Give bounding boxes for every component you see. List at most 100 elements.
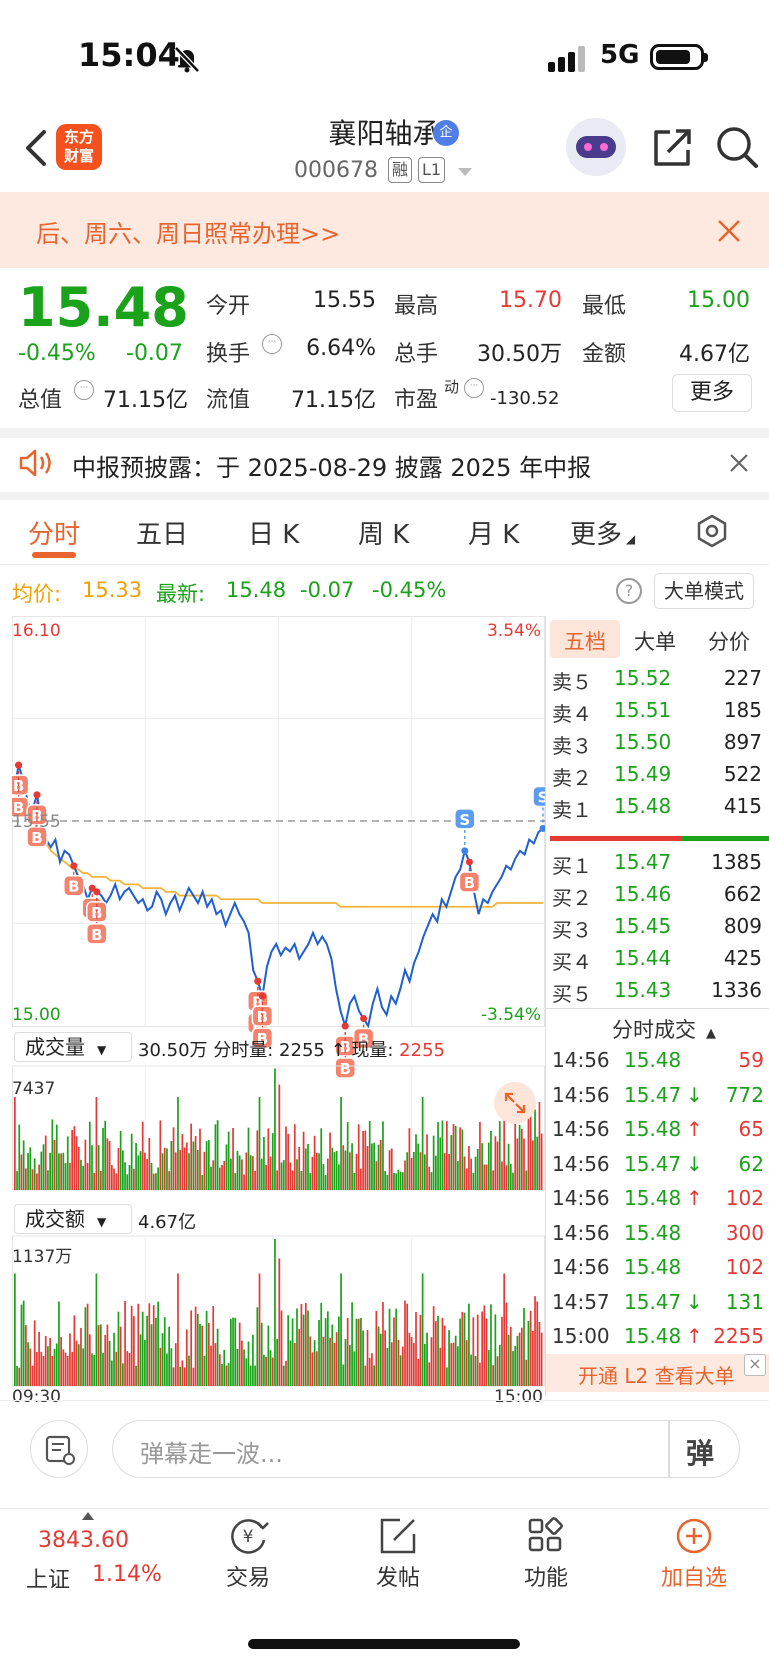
volume-bar <box>168 1171 170 1190</box>
close-icon[interactable] <box>728 452 750 474</box>
amount-bar <box>382 1302 384 1386</box>
change-pct: -0.45% <box>18 341 96 366</box>
promo-banner-text[interactable]: 后、周六、周日照常办理>> <box>36 214 340 249</box>
volume-bar <box>122 1150 124 1190</box>
amount-bar <box>340 1273 342 1386</box>
nav-add-watchlist[interactable]: 加自选 <box>644 1516 744 1592</box>
amount-bar <box>146 1315 148 1386</box>
amount-bar <box>18 1367 21 1386</box>
index-value[interactable]: 3843.60 <box>38 1528 129 1553</box>
level-volume: 662 <box>723 882 762 906</box>
more-button[interactable]: 更多 <box>672 374 752 412</box>
barrage-toggle-button[interactable]: 弹 <box>686 1432 714 1472</box>
amount-bar <box>172 1367 175 1386</box>
info-dots-icon[interactable]: ··· <box>262 334 282 354</box>
amount-bar <box>130 1305 133 1386</box>
level-label: 买２ <box>552 886 592 910</box>
margin-tag: 融 <box>388 157 413 183</box>
close-icon[interactable]: × <box>744 1354 766 1376</box>
amount-bar <box>366 1330 369 1386</box>
volume-bar <box>454 1125 457 1190</box>
amount-bar <box>355 1318 358 1386</box>
volume-bar <box>538 1101 541 1190</box>
amount-bar <box>196 1314 199 1386</box>
amount-bar <box>507 1334 510 1386</box>
amount-bar <box>104 1335 107 1386</box>
tab-five-levels[interactable]: 五档 <box>564 626 606 656</box>
tick-price: 15.47 <box>624 1289 682 1314</box>
tick-time: 14:56 <box>552 1255 610 1279</box>
amount-selector[interactable]: 成交额 ▼ <box>14 1204 132 1234</box>
divider <box>668 1420 670 1478</box>
volume-selector[interactable]: 成交量 ▼ <box>14 1032 132 1062</box>
barrage-placeholder[interactable]: 弹幕走一波... <box>140 1434 283 1469</box>
volume-bar <box>155 1173 157 1190</box>
nav-trade[interactable]: ¥ 交易 <box>198 1516 298 1592</box>
tab-more[interactable]: 更多 ◢ <box>570 514 635 551</box>
pct-top-label: 3.54% <box>487 621 541 641</box>
search-icon[interactable] <box>714 124 760 170</box>
intraday-chart[interactable]: BBBBBBBBBBBBBBBBSS16.103.54%15.00-3.54%1… <box>12 616 545 1406</box>
close-icon[interactable] <box>716 218 742 244</box>
amount-bar <box>199 1323 201 1386</box>
info-dots-icon[interactable]: ··· <box>464 378 484 398</box>
ai-assistant-icon[interactable] <box>566 118 626 176</box>
amount-bar <box>238 1322 241 1386</box>
amount-bar <box>221 1364 223 1386</box>
nav-functions[interactable]: 功能 <box>496 1516 596 1592</box>
tab-five-day[interactable]: 五日 <box>136 514 188 551</box>
amount-bar <box>331 1324 334 1386</box>
l2-promo-text[interactable]: 开通 L2 查看大单 <box>578 1360 735 1389</box>
volume-bar <box>353 1172 356 1190</box>
index-pct[interactable]: 1.14% <box>92 1562 162 1587</box>
chevron-down-icon[interactable] <box>458 168 472 176</box>
volume-bar <box>210 1166 212 1190</box>
volume-bar <box>340 1097 342 1190</box>
tick-volume: 131 <box>725 1289 764 1314</box>
amount-bar <box>538 1321 541 1386</box>
amount-bar <box>210 1345 212 1386</box>
amount-bar <box>496 1356 499 1386</box>
amount-bar <box>230 1319 232 1386</box>
volume-bar <box>333 1152 336 1190</box>
volume-bar <box>355 1153 358 1190</box>
notice-text[interactable]: 中报预披露：于 2025-08-29 披露 2025 年中报 <box>72 448 591 483</box>
volume-bar <box>366 1146 369 1190</box>
enterprise-badge: 企 <box>433 120 459 146</box>
amount-bar <box>485 1318 488 1386</box>
tab-big-orders[interactable]: 大单 <box>634 626 676 656</box>
caret-up-icon[interactable] <box>82 1512 94 1520</box>
tab-weekly-k[interactable]: 周 K <box>358 514 409 551</box>
level-volume: 1385 <box>711 850 762 874</box>
amount-bar <box>333 1342 336 1386</box>
amount-bar <box>461 1311 464 1386</box>
amount-bar <box>166 1353 168 1386</box>
big-order-mode-button[interactable]: 大单模式 <box>654 573 754 609</box>
volume-bar <box>362 1130 364 1190</box>
amount-bar <box>218 1354 221 1386</box>
tab-monthly-k[interactable]: 月 K <box>468 514 519 551</box>
amount-bar <box>311 1352 314 1386</box>
volume-bar <box>465 1168 468 1190</box>
barrage-list-icon[interactable] <box>30 1420 88 1478</box>
nav-post[interactable]: 发帖 <box>348 1516 448 1592</box>
tick-time: 14:56 <box>552 1082 610 1107</box>
tab-price-dist[interactable]: 分价 <box>708 626 750 656</box>
tab-intraday[interactable]: 分时 <box>28 514 80 551</box>
signal-dot <box>254 977 262 985</box>
ticks-title[interactable]: 分时成交 ▲ <box>612 1014 716 1044</box>
amount-bar <box>115 1351 118 1386</box>
tab-daily-k[interactable]: 日 K <box>248 514 299 551</box>
volume-bar <box>507 1143 510 1190</box>
level-price: 15.44 <box>614 946 672 970</box>
volume-bar <box>280 1162 283 1190</box>
gear-icon[interactable] <box>695 514 729 548</box>
amount-bar <box>152 1305 155 1386</box>
share-icon[interactable] <box>650 126 694 170</box>
info-dots-icon[interactable]: ··· <box>74 380 94 400</box>
help-icon[interactable]: ? <box>616 578 642 604</box>
index-name[interactable]: 上证 <box>26 1562 70 1594</box>
expand-icon[interactable] <box>494 1082 536 1124</box>
amount-bar <box>335 1332 338 1386</box>
volume-bar <box>474 1156 477 1190</box>
